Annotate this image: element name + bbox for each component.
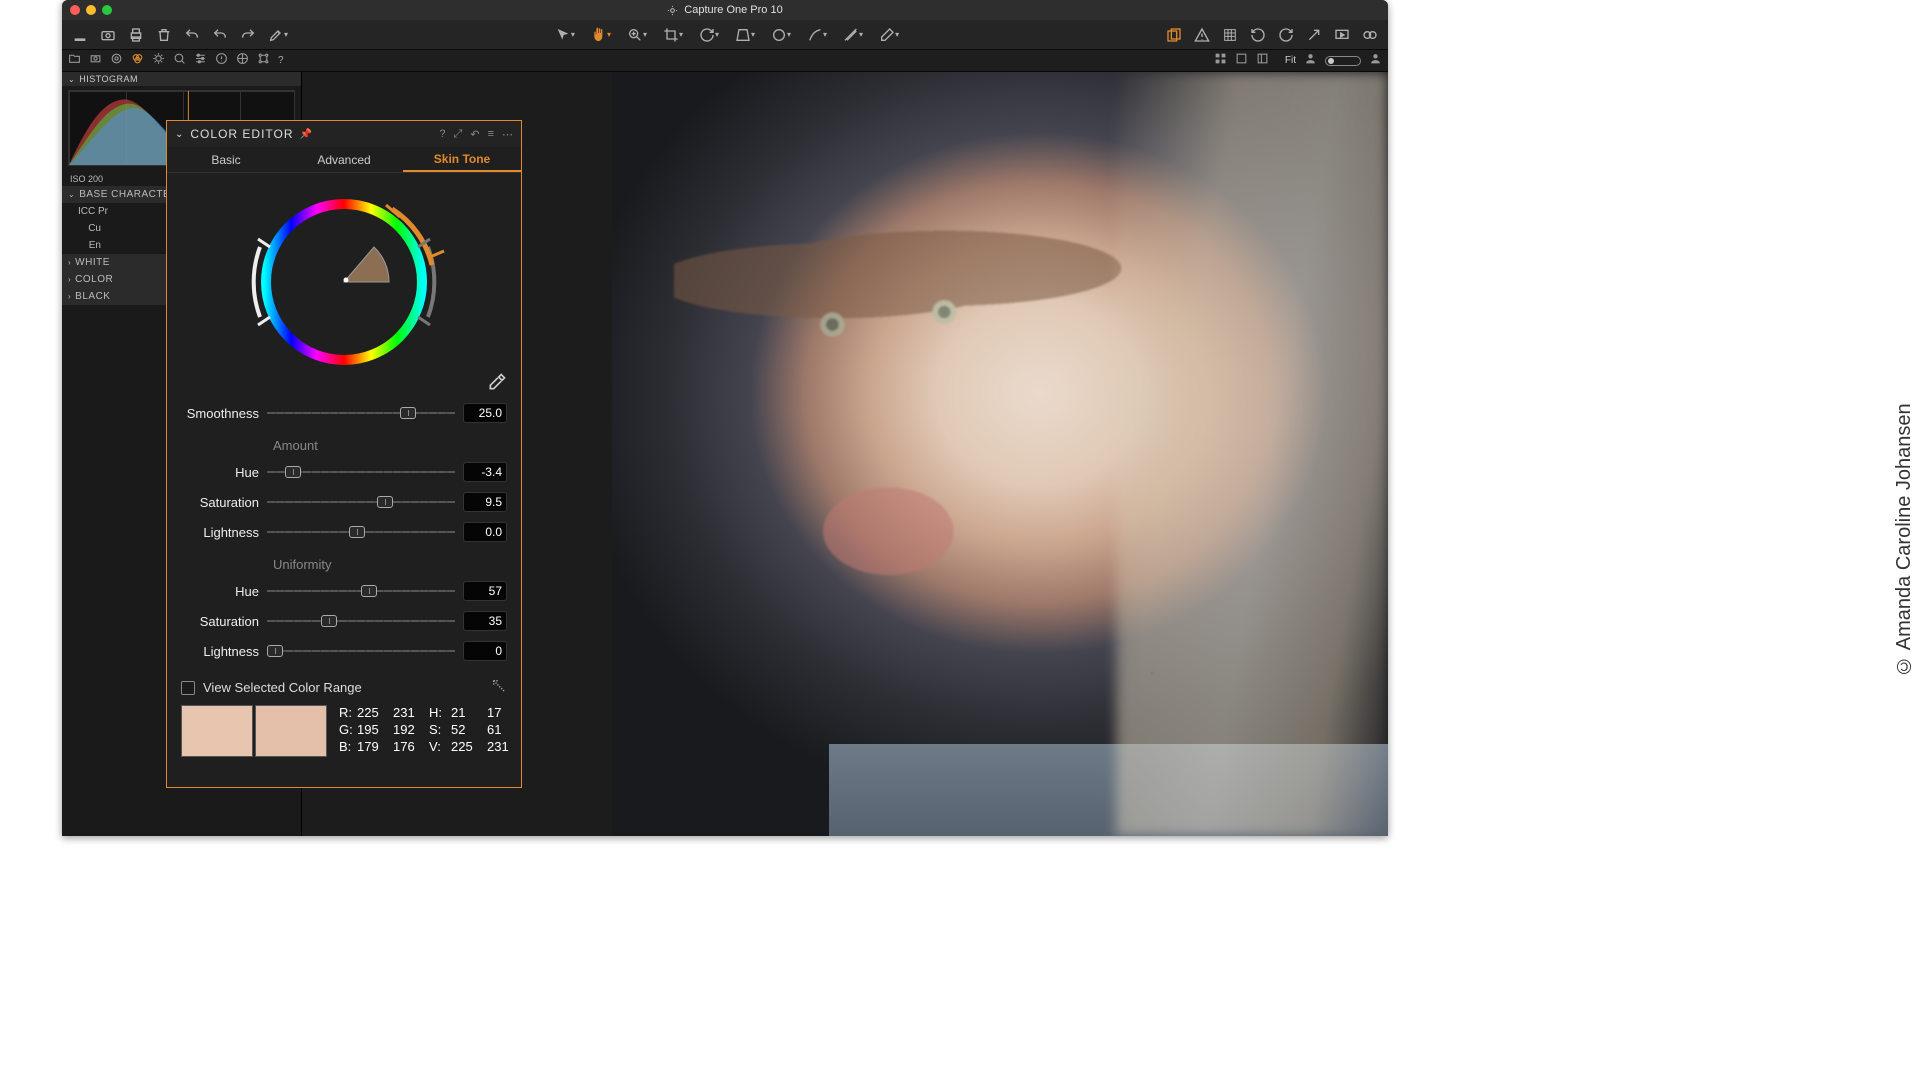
pointer-tool-icon[interactable]: ▾ <box>555 27 575 43</box>
gradient-tool-icon[interactable]: ▾ <box>843 27 863 43</box>
uniformity-lightness-value[interactable]: 0 <box>463 641 507 661</box>
export-icon[interactable] <box>1306 27 1322 43</box>
amount-lightness-value[interactable]: 0.0 <box>463 522 507 542</box>
detail-tab-icon[interactable] <box>173 52 186 70</box>
print-icon[interactable] <box>128 27 144 43</box>
histogram-header[interactable]: ⌄HISTOGRAM <box>62 72 301 86</box>
color-tab-icon[interactable] <box>131 52 144 70</box>
preview-image <box>612 72 1388 836</box>
app-window: Capture One Pro 10 ▾ ▾ ▾ ▾ ▾ ▾ ▾ ▾ ▾ ▾ ▾ <box>62 0 1388 836</box>
color-editor-panel: ⌄ COLOR EDITOR 📌 ? ⤢ ↶ ≡ ⋯ Basic Advance… <box>166 120 522 788</box>
tab-skin-tone[interactable]: Skin Tone <box>403 147 521 172</box>
view-range-label: View Selected Color Range <box>203 680 362 695</box>
invert-mask-icon[interactable] <box>491 678 507 697</box>
panel-expand-icon[interactable]: ⤢ <box>454 128 463 141</box>
uniformity-lightness-slider[interactable] <box>267 643 455 659</box>
redo-icon[interactable] <box>240 27 256 43</box>
amount-hue-slider[interactable] <box>267 464 455 480</box>
warning-icon[interactable] <box>1194 27 1210 43</box>
zoom-tool-icon[interactable]: ▾ <box>627 27 647 43</box>
uniformity-hue-slider[interactable] <box>267 583 455 599</box>
color-editor-tabs: Basic Advanced Skin Tone <box>167 147 521 173</box>
tab-advanced[interactable]: Advanced <box>285 147 403 172</box>
metadata-tab-icon[interactable] <box>215 52 228 70</box>
pan-tool-icon[interactable]: ▾ <box>591 27 611 43</box>
spot-tool-icon[interactable]: ▾ <box>771 27 791 43</box>
view-split-icon[interactable] <box>1256 52 1269 70</box>
swatch-before <box>181 705 253 757</box>
view-range-checkbox[interactable] <box>181 681 195 695</box>
eyedropper-icon[interactable] <box>487 372 507 395</box>
lens-tab-icon[interactable] <box>110 52 123 70</box>
copies-icon[interactable] <box>1166 27 1182 43</box>
slideshow-icon[interactable] <box>1334 27 1350 43</box>
view-grid-icon[interactable] <box>1214 52 1227 70</box>
uniformity-section-label: Uniformity <box>273 557 507 572</box>
uniformity-hue-value[interactable]: 57 <box>463 581 507 601</box>
titlebar: Capture One Pro 10 <box>62 0 1388 20</box>
color-readout: R:225231 H:2117 G:195192 S:5261 B:179176… <box>339 705 519 754</box>
panel-title: COLOR EDITOR <box>190 127 293 141</box>
view-single-icon[interactable] <box>1235 52 1248 70</box>
photo-credit: © Amanda Caroline Johansen <box>1893 403 1916 676</box>
main-toolbar: ▾ ▾ ▾ ▾ ▾ ▾ ▾ ▾ ▾ ▾ ▾ <box>62 20 1388 50</box>
amount-saturation-slider[interactable] <box>267 494 455 510</box>
panel-undo-icon[interactable]: ↶ <box>470 128 479 141</box>
trash-icon[interactable] <box>156 27 172 43</box>
panel-help-icon[interactable]: ? <box>439 128 445 141</box>
color-wheel[interactable] <box>234 187 454 377</box>
smoothness-value[interactable]: 25.0 <box>463 403 507 423</box>
sidebar-help-icon[interactable]: ? <box>278 55 288 66</box>
undo2-icon[interactable] <box>212 27 228 43</box>
exposure-tab-icon[interactable] <box>152 52 165 70</box>
uniformity-saturation-slider[interactable] <box>267 613 455 629</box>
rotate-right-icon[interactable] <box>1278 27 1294 43</box>
pin-icon[interactable]: 📌 <box>300 129 313 140</box>
adjust-tab-icon[interactable] <box>194 52 207 70</box>
swatch-after <box>255 705 327 757</box>
batch-tab-icon[interactable] <box>257 52 270 70</box>
library-tab-icon[interactable] <box>68 52 81 70</box>
rotate-left-icon[interactable] <box>1250 27 1266 43</box>
tab-basic[interactable]: Basic <box>167 147 285 172</box>
smoothness-label: Smoothness <box>181 406 259 421</box>
annotate-icon[interactable]: ▾ <box>268 27 288 43</box>
smoothness-slider[interactable] <box>267 405 455 421</box>
panel-menu-icon[interactable]: ≡ <box>488 128 494 141</box>
undo-icon[interactable] <box>184 27 200 43</box>
grid-icon[interactable] <box>1222 27 1238 43</box>
amount-hue-value[interactable]: -3.4 <box>463 462 507 482</box>
window-title: Capture One Pro 10 <box>62 4 1388 16</box>
user-icon <box>1304 52 1317 70</box>
amount-section-label: Amount <box>273 438 507 453</box>
uniformity-saturation-value[interactable]: 35 <box>463 611 507 631</box>
amount-saturation-value[interactable]: 9.5 <box>463 492 507 512</box>
amount-lightness-slider[interactable] <box>267 524 455 540</box>
panel-more-icon[interactable]: ⋯ <box>502 128 513 141</box>
user2-icon <box>1369 52 1382 70</box>
tool-tabstrip: ? Fit <box>62 50 1388 72</box>
keystone-tool-icon[interactable]: ▾ <box>735 27 755 43</box>
panel-collapse-icon[interactable]: ⌄ <box>175 129 184 140</box>
output-tab-icon[interactable] <box>236 52 249 70</box>
fit-label[interactable]: Fit <box>1285 55 1296 66</box>
crop-tool-icon[interactable]: ▾ <box>663 27 683 43</box>
loupe-icon[interactable] <box>1362 27 1378 43</box>
iso-readout: ISO 200 <box>70 174 103 184</box>
zoom-slider[interactable] <box>1325 56 1361 66</box>
erase-tool-icon[interactable]: ▾ <box>879 27 899 43</box>
rotate-tool-icon[interactable]: ▾ <box>699 27 719 43</box>
capture-icon[interactable] <box>100 27 116 43</box>
capture-tab-icon[interactable] <box>89 52 102 70</box>
import-icon[interactable] <box>72 27 88 43</box>
mask-tool-icon[interactable]: ▾ <box>807 27 827 43</box>
